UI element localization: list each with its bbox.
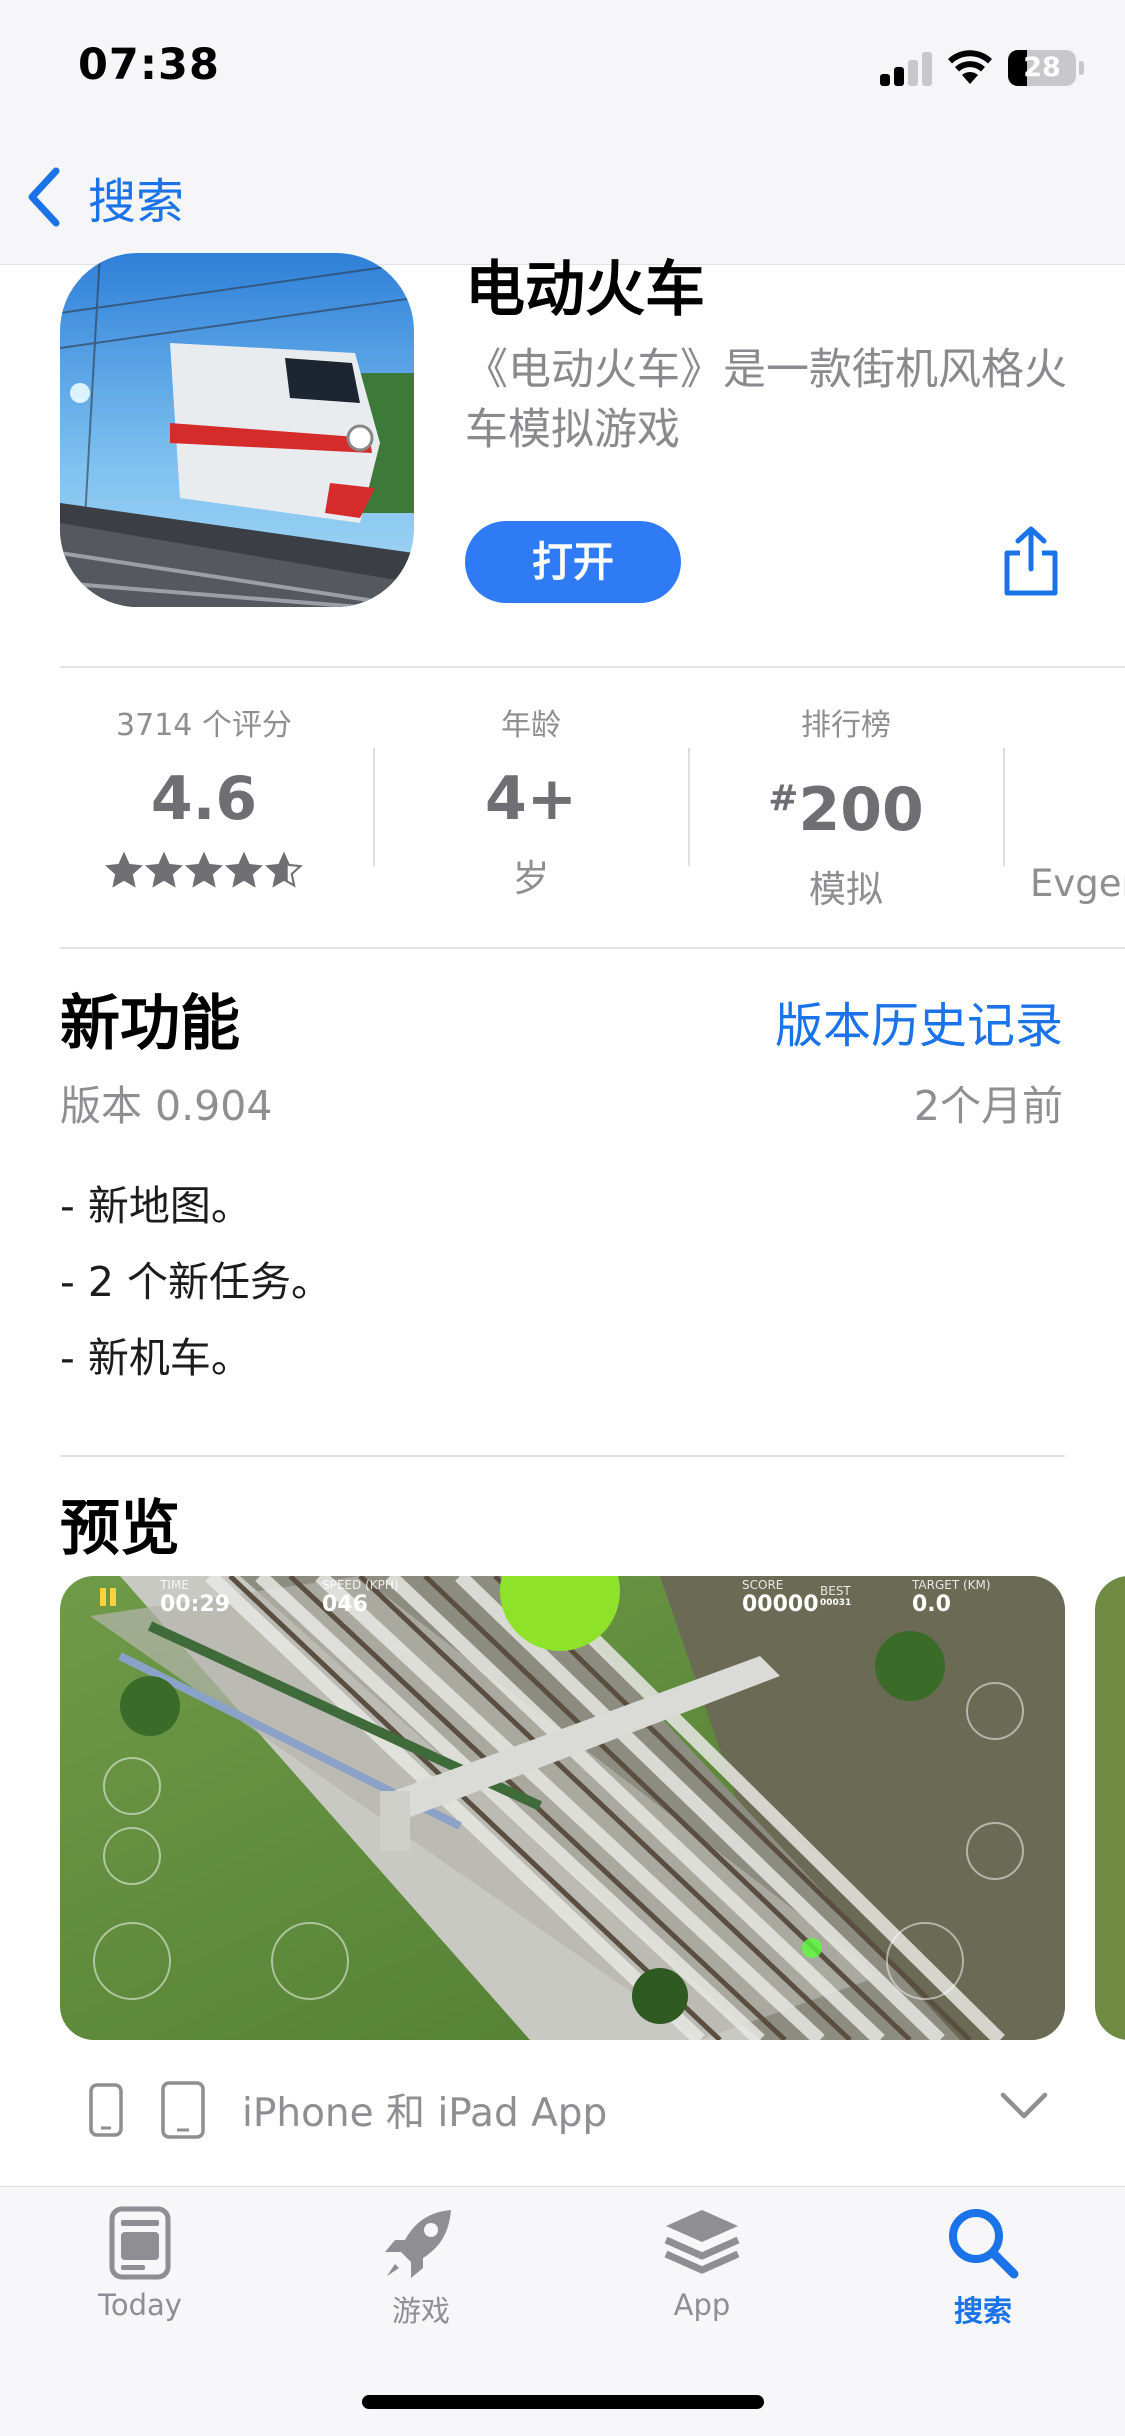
share-icon[interactable] (1000, 525, 1062, 597)
star-icon (265, 852, 303, 888)
hud-speed: SPEED (KPH) 046 (322, 1578, 399, 1617)
chart-rank: #200 (689, 766, 1003, 843)
version-number: 版本 0.904 (60, 1082, 273, 1130)
app-icon (60, 253, 414, 607)
rating-stars (47, 852, 361, 888)
rocket-icon (385, 2210, 451, 2278)
tab-label: 游戏 (391, 2294, 450, 2328)
chart-label: 排行榜 (801, 708, 891, 743)
tab-games[interactable]: 游戏 (321, 2206, 521, 2330)
preview-title: 预览 (60, 1494, 180, 1564)
screenshot-preview[interactable]: TIME 00:29 SPEED (KPH) 046 SCORE 00000 BEST… (60, 1576, 1065, 2040)
ratings-column[interactable]: 3714 个评分 4.6 (47, 700, 361, 888)
version-history-link[interactable]: 版本历史记录 (775, 986, 1063, 1056)
star-icon (225, 852, 263, 888)
back-button[interactable]: 搜索 (26, 162, 184, 232)
notes-divider (60, 1455, 1065, 1457)
star-icon (145, 852, 183, 888)
release-date: 2个月前 (913, 1082, 1063, 1130)
release-note-item: - 新机车。 (60, 1334, 252, 1382)
info-separator (1003, 748, 1005, 866)
ratings-count: 3714 个评分 (116, 708, 292, 743)
hud-best: BEST 00031 (820, 1584, 852, 1608)
tab-today[interactable]: Today (40, 2206, 240, 2322)
top-bar: 07:38 28 搜索 (0, 0, 1125, 265)
chart-value: 200 (798, 775, 924, 845)
status-time: 07:38 (78, 40, 220, 90)
release-note-item: - 新地图。 (60, 1182, 252, 1230)
tab-label: Today (98, 2288, 182, 2322)
age-sub: 岁 (512, 857, 550, 900)
iphone-icon (89, 2083, 123, 2137)
release-notes: - 新地图。 - 2 个新任务。 - 新机车。 (60, 1168, 332, 1396)
app-subtitle: 《电动火车》是一款街机风格火车模拟游戏 (465, 345, 1067, 455)
age-value: 4+ (484, 764, 578, 834)
tab-label: App (673, 2288, 731, 2322)
tab-label: 搜索 (953, 2294, 1012, 2328)
today-icon (109, 2206, 171, 2280)
home-indicator (362, 2395, 764, 2409)
tab-search[interactable]: 搜索 (883, 2206, 1083, 2330)
battery-cap (1079, 61, 1084, 75)
whats-new-title: 新功能 (60, 989, 240, 1059)
battery-level: 28 (1023, 52, 1061, 83)
hud-score: SCORE 00000 (742, 1578, 819, 1617)
screenshot-preview-next[interactable] (1095, 1576, 1125, 2040)
age-label: 年龄 (501, 708, 561, 743)
hud-target: TARGET (KM) 0.0 (912, 1578, 991, 1617)
cellular-signal-icon (880, 52, 932, 86)
app-title: 电动火车 (465, 255, 705, 325)
release-note-item: - 2 个新任务。 (60, 1258, 332, 1306)
chart-category: 模拟 (809, 868, 883, 911)
rating-value: 4.6 (150, 764, 258, 834)
chevron-left-icon (28, 167, 60, 227)
star-icon (185, 852, 223, 888)
developer-name[interactable]: Evger (1030, 862, 1125, 905)
tab-apps[interactable]: App (602, 2206, 802, 2322)
battery-icon: 28 (1008, 50, 1076, 86)
chevron-down-icon (1000, 2092, 1048, 2119)
layers-icon (664, 2210, 740, 2274)
info-divider (60, 947, 1125, 949)
wifi-icon (948, 50, 992, 84)
age-column[interactable]: 年龄 4+ 岁 (374, 700, 688, 902)
hud-time: TIME 00:29 (160, 1578, 231, 1617)
star-icon (105, 852, 143, 888)
open-button[interactable]: 打开 (465, 521, 681, 603)
device-compatibility-label: iPhone 和 iPad App (242, 2091, 608, 2136)
device-compatibility-row[interactable]: iPhone 和 iPad App (88, 2075, 1048, 2145)
chart-hash: # (768, 778, 799, 819)
chart-column[interactable]: 排行榜 #200 模拟 (689, 700, 1003, 913)
header-divider (60, 666, 1125, 668)
back-label: 搜索 (88, 174, 185, 230)
ipad-icon (161, 2081, 205, 2139)
search-icon (949, 2209, 1019, 2279)
